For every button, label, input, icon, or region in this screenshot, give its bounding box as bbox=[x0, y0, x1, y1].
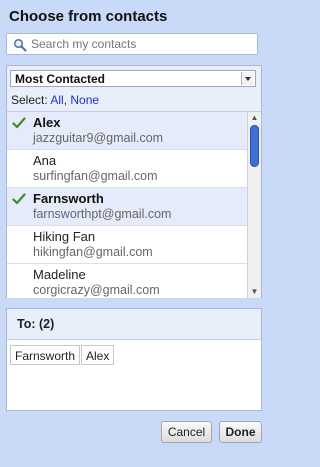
search-input[interactable] bbox=[31, 36, 251, 52]
checkmark-icon bbox=[12, 117, 26, 129]
contact-item[interactable]: Ana surfingfan@gmail.com bbox=[7, 150, 247, 188]
search-box[interactable] bbox=[6, 33, 258, 55]
contact-item[interactable]: Alex jazzguitar9@gmail.com bbox=[7, 112, 247, 150]
contact-email: surfingfan@gmail.com bbox=[33, 169, 158, 183]
contact-email: corgicrazy@gmail.com bbox=[33, 283, 160, 297]
recipients-panel: To: (2) Farnsworth Alex bbox=[6, 308, 262, 411]
group-select[interactable]: Most Contacted bbox=[10, 70, 256, 87]
contact-name: Alex bbox=[33, 115, 61, 130]
contact-list: Alex jazzguitar9@gmail.com Ana surfingfa… bbox=[7, 112, 247, 298]
contacts-panel: Most Contacted Select: All, None Alex ja… bbox=[6, 65, 262, 298]
dropdown-arrow-icon[interactable] bbox=[241, 72, 254, 85]
contact-name: Hiking Fan bbox=[33, 229, 96, 244]
checkmark-icon bbox=[12, 193, 26, 205]
done-button[interactable]: Done bbox=[219, 421, 262, 443]
search-icon bbox=[13, 38, 27, 52]
contacts-panel-header: Most Contacted Select: All, None bbox=[7, 66, 261, 112]
contact-picker-dialog: Choose from contacts Most Contacted Sele… bbox=[0, 0, 268, 467]
contact-name: Madeline bbox=[33, 267, 86, 282]
recipients-label: To: (2) bbox=[17, 317, 55, 331]
contact-item[interactable]: Hiking Fan hikingfan@gmail.com bbox=[7, 226, 247, 264]
contact-email: jazzguitar9@gmail.com bbox=[33, 131, 164, 145]
select-controls: Select: All, None bbox=[11, 93, 99, 107]
group-select-value: Most Contacted bbox=[15, 72, 105, 86]
select-all-link[interactable]: All bbox=[50, 93, 63, 107]
recipients-header: To: (2) bbox=[7, 309, 261, 340]
cancel-button[interactable]: Cancel bbox=[161, 421, 212, 443]
contact-email: hikingfan@gmail.com bbox=[33, 245, 153, 259]
select-label: Select: bbox=[11, 93, 48, 107]
contact-list-scrollbar[interactable]: ▲ ▼ bbox=[247, 112, 261, 298]
contact-name: Farnsworth bbox=[33, 191, 104, 206]
contact-item[interactable]: Farnsworth farnsworthpt@gmail.com bbox=[7, 188, 247, 226]
scroll-thumb[interactable] bbox=[250, 125, 259, 167]
dialog-title: Choose from contacts bbox=[9, 8, 168, 25]
scroll-up-arrow-icon[interactable]: ▲ bbox=[248, 112, 261, 124]
contact-email: farnsworthpt@gmail.com bbox=[33, 207, 172, 221]
recipient-chip[interactable]: Farnsworth bbox=[10, 345, 81, 365]
scroll-down-arrow-icon[interactable]: ▼ bbox=[248, 286, 261, 298]
recipient-chip[interactable]: Alex bbox=[81, 345, 115, 365]
contact-item[interactable]: Madeline corgicrazy@gmail.com bbox=[7, 264, 247, 298]
contact-name: Ana bbox=[33, 153, 57, 168]
select-separator: , bbox=[63, 93, 68, 107]
select-none-link[interactable]: None bbox=[70, 93, 99, 107]
